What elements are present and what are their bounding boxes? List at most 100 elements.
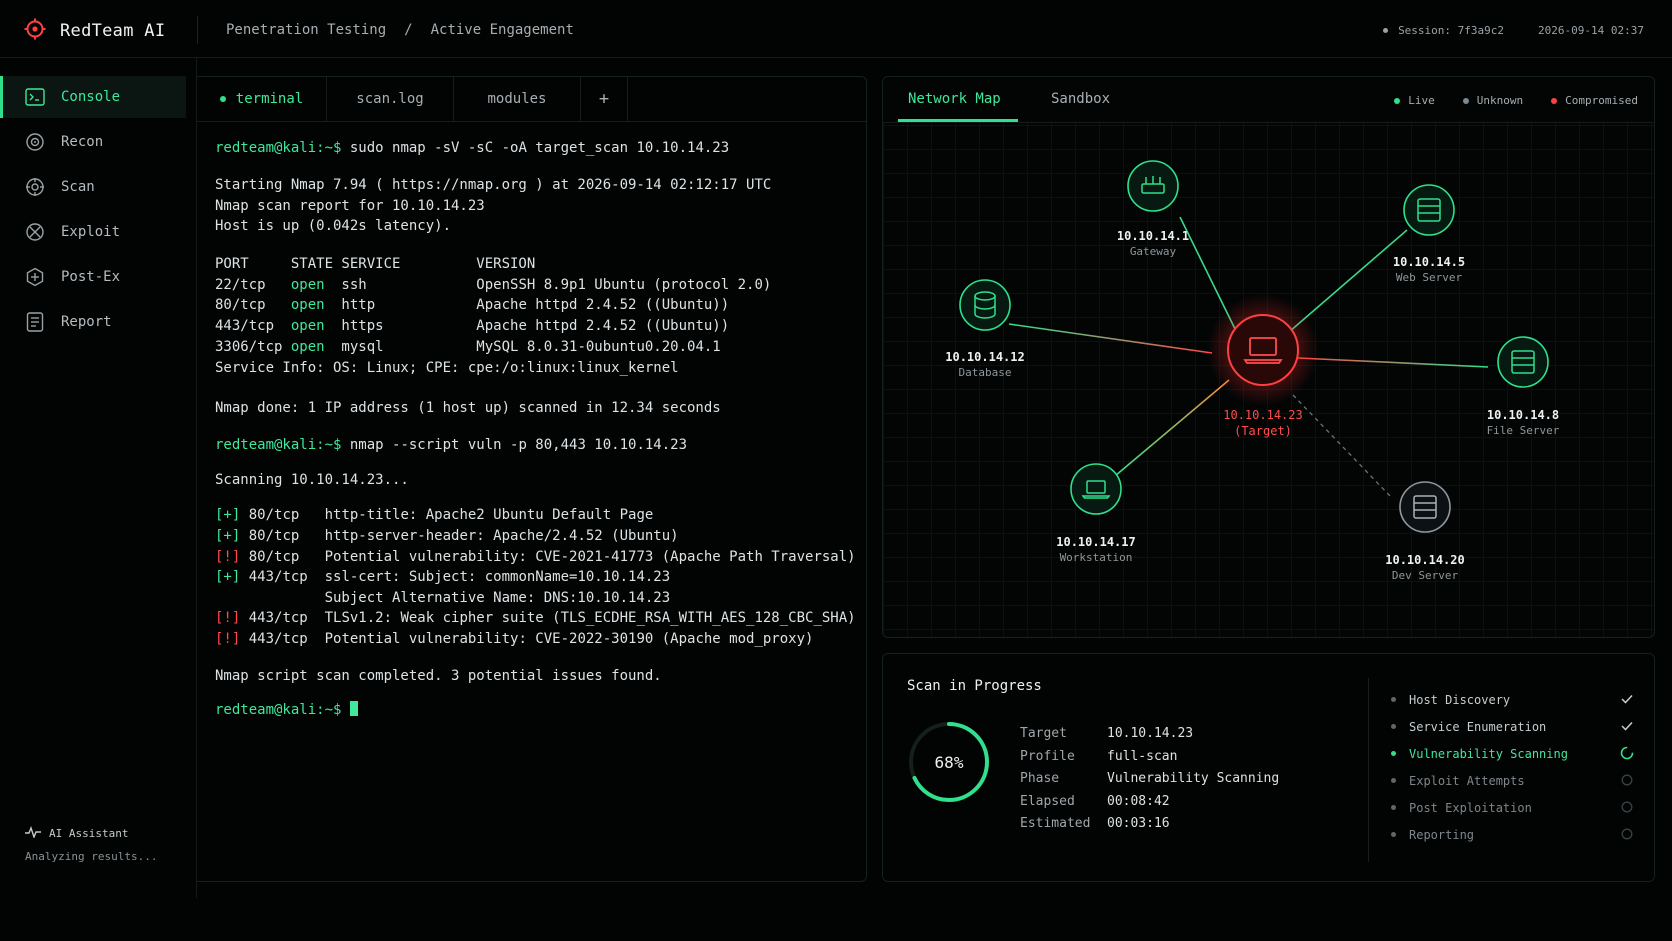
active-tab-underline xyxy=(898,119,1018,122)
line-text: Nmap scan report for 10.10.14.23 xyxy=(215,198,485,214)
node-label-webserver: 10.10.14.5 Web Server xyxy=(1359,255,1499,284)
sidebar-item-recon[interactable]: Recon xyxy=(0,121,186,163)
node-label-workstation: 10.10.14.17 Workstation xyxy=(1026,535,1166,564)
sidebar-item-exploit[interactable]: Exploit xyxy=(0,211,186,253)
detail-row-phase: Phase Vulnerability Scanning xyxy=(1020,768,1279,791)
tab-label: scan.log xyxy=(356,91,424,107)
breadcrumb-penetration-testing[interactable]: Penetration Testing xyxy=(226,22,386,38)
terminal-line: Subject Alternative Name: DNS:10.10.14.2… xyxy=(215,587,671,609)
terminal-line: Scanning 10.10.14.23... xyxy=(215,469,409,491)
line-text: Subject Alternative Name: DNS:10.10.14.2… xyxy=(215,590,671,606)
node-ip: 10.10.14.1 xyxy=(1116,229,1190,243)
terminal-line: 22/tcp open ssh OpenSSH 8.9p1 Ubuntu (pr… xyxy=(215,274,771,296)
step-vulnerability-scanning: Vulnerability Scanning xyxy=(1389,740,1634,767)
port-state: open xyxy=(290,339,325,355)
tab-network-map[interactable]: Network Map xyxy=(908,91,1001,107)
step-label: Service Enumeration xyxy=(1409,719,1547,734)
network-map-panel: Network Map Sandbox Live Unknown Comprom… xyxy=(882,76,1655,638)
detail-row-estimated: Estimated 00:03:16 xyxy=(1020,813,1279,836)
info-marker: [+] xyxy=(215,569,241,585)
warning-marker: [!] xyxy=(215,610,241,626)
node-label-fileserver: 10.10.14.8 File Server xyxy=(1453,408,1593,437)
terminal-panel: terminal scan.log modules + redteam@kali… xyxy=(197,76,867,882)
tab-scan-log[interactable]: scan.log xyxy=(327,77,454,121)
node-database[interactable] xyxy=(959,279,1011,331)
terminal-line: Starting Nmap 7.94 ( https://nmap.org ) … xyxy=(215,174,771,196)
node-gateway[interactable] xyxy=(1127,160,1179,212)
sidebar: Console Recon Scan Exploit Post-Ex Repor… xyxy=(0,58,197,898)
node-target[interactable] xyxy=(1207,294,1319,406)
terminal-tabs: terminal scan.log modules + xyxy=(197,77,866,122)
node-role: Web Server xyxy=(1395,271,1463,284)
link-database-target xyxy=(1008,323,1213,354)
node-devserver[interactable] xyxy=(1399,481,1451,533)
sidebar-item-label: Post-Ex xyxy=(61,269,121,285)
node-role: (Target) xyxy=(1234,424,1292,438)
breadcrumb: Penetration Testing / Active Engagement xyxy=(226,22,574,38)
step-host-discovery: Host Discovery xyxy=(1389,686,1634,713)
crosshair-logo-icon xyxy=(24,18,46,44)
warning-marker: [!] xyxy=(215,631,241,647)
pending-circle-icon xyxy=(1620,800,1634,814)
node-fileserver[interactable] xyxy=(1497,336,1549,388)
post-ex-icon xyxy=(25,267,45,287)
line-text: 80/tcp http-title: Apache2 Ubuntu Defaul… xyxy=(240,507,654,523)
brand[interactable]: RedTeam AI xyxy=(24,18,165,44)
detail-row-target: Target 10.10.14.23 xyxy=(1020,723,1279,746)
terminal-line: redteam@kali:~$ nmap --script vuln -p 80… xyxy=(215,434,687,456)
step-service-enumeration: Service Enumeration xyxy=(1389,713,1634,740)
terminal-line: Nmap done: 1 IP address (1 host up) scan… xyxy=(215,397,721,419)
legend-compromised: Compromised xyxy=(1551,94,1638,107)
tab-modules[interactable]: modules xyxy=(454,77,581,121)
line-text: 80/tcp Potential vulnerability: CVE-2021… xyxy=(240,549,856,565)
sidebar-item-scan[interactable]: Scan xyxy=(0,166,186,208)
terminal-line: [+] 443/tcp ssl-cert: Subject: commonNam… xyxy=(215,566,670,588)
service-version: http Apache httpd 2.4.52 ((Ubuntu)) xyxy=(324,297,730,313)
scan-details: Target 10.10.14.23 Profile full-scan Phase… xyxy=(1020,723,1279,836)
service-version: https Apache httpd 2.4.52 ((Ubuntu)) xyxy=(324,318,730,334)
legend-unknown: Unknown xyxy=(1463,94,1523,107)
header-divider xyxy=(197,16,198,44)
tab-terminal[interactable]: terminal xyxy=(197,77,327,121)
terminal-line: 3306/tcp open mysql MySQL 8.0.31-0ubuntu… xyxy=(215,336,721,358)
step-label: Reporting xyxy=(1409,827,1475,842)
breadcrumb-active-engagement[interactable]: Active Engagement xyxy=(431,22,574,38)
terminal-line: redteam@kali:~$ sudo nmap -sV -sC -oA ta… xyxy=(215,137,729,159)
node-role: File Server xyxy=(1486,424,1560,437)
tab-sandbox[interactable]: Sandbox xyxy=(1051,91,1110,107)
node-ip: 10.10.14.5 xyxy=(1392,255,1466,269)
ai-assistant-status[interactable]: AI Assistant Analyzing results... xyxy=(25,825,158,863)
line-text: PORT STATE SERVICE VERSION xyxy=(215,256,536,272)
detail-value: full-scan xyxy=(1107,748,1178,764)
node-ip: 10.10.14.17 xyxy=(1056,535,1136,549)
scan-progress-panel: Scan in Progress 68% Target 10.10.14.23 P… xyxy=(882,653,1655,882)
app-window: RedTeam AI Penetration Testing / Active … xyxy=(0,0,1672,941)
ai-assistant-status-text: Analyzing results... xyxy=(25,850,158,863)
new-tab-button[interactable]: + xyxy=(581,77,628,121)
check-icon xyxy=(1620,719,1634,733)
node-ip: 10.10.14.8 xyxy=(1486,408,1560,422)
node-label-devserver: 10.10.14.20 Dev Server xyxy=(1355,553,1495,582)
sidebar-item-report[interactable]: Report xyxy=(0,301,186,343)
node-ip: 10.10.14.20 xyxy=(1385,553,1465,567)
detail-key: Profile xyxy=(1020,748,1075,764)
sidebar-item-post-ex[interactable]: Post-Ex xyxy=(0,256,186,298)
scan-title: Scan in Progress xyxy=(907,678,1042,694)
detail-key: Estimated xyxy=(1020,816,1091,831)
node-workstation[interactable] xyxy=(1070,463,1122,515)
node-role: Workstation xyxy=(1059,551,1133,564)
line-text: Nmap done: 1 IP address (1 host up) scan… xyxy=(215,400,721,416)
terminal-line: [!] 80/tcp Potential vulnerability: CVE-… xyxy=(215,546,856,568)
detail-key: Target xyxy=(1020,726,1067,741)
ai-assistant-row: AI Assistant xyxy=(25,825,157,841)
sidebar-item-label: Recon xyxy=(61,134,104,150)
node-label-target: 10.10.14.23 (Target) xyxy=(1193,408,1333,438)
terminal-line: [!] 443/tcp TLSv1.2: Weak cipher suite (… xyxy=(215,607,856,629)
node-webserver[interactable] xyxy=(1403,184,1455,236)
terminal-line: Nmap scan report for 10.10.14.23 xyxy=(215,195,485,217)
pending-circle-icon xyxy=(1620,773,1634,787)
step-label: Exploit Attempts xyxy=(1409,773,1525,788)
tab-label: modules xyxy=(487,91,547,107)
activity-pulse-icon xyxy=(25,825,41,841)
sidebar-item-console[interactable]: Console xyxy=(0,76,186,118)
